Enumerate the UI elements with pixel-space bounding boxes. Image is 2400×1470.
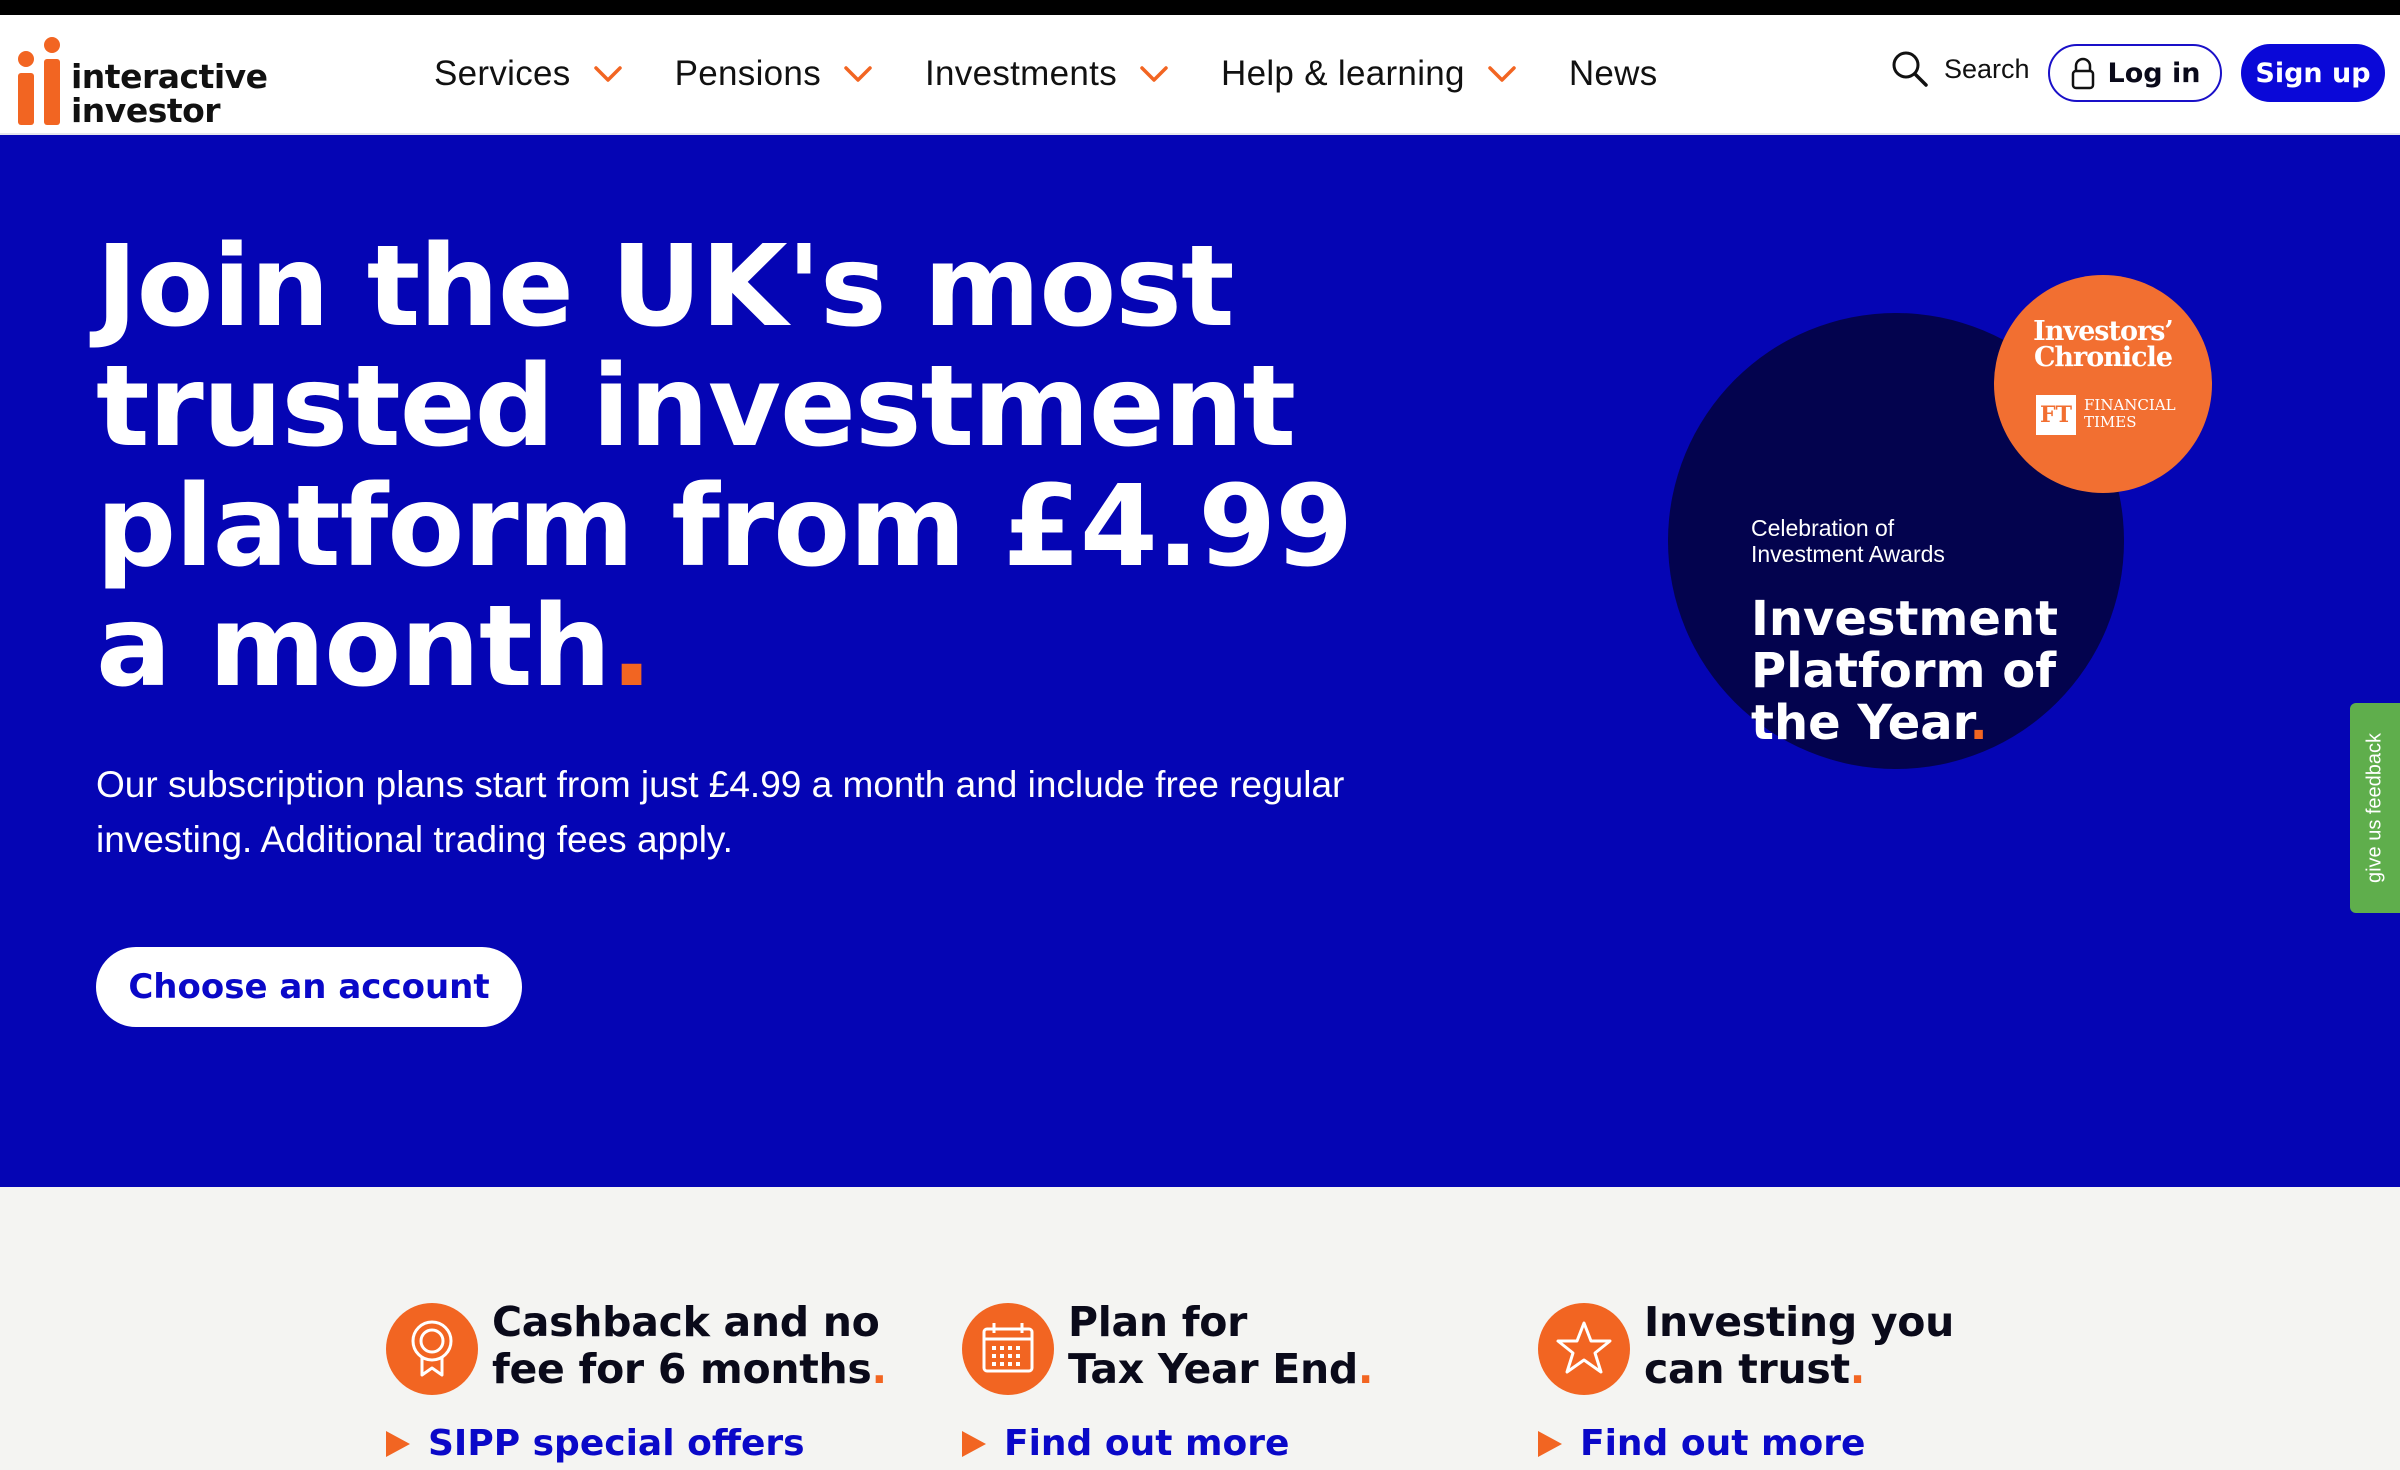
ft-wordmark-line2: TIMES (2084, 413, 2137, 431)
choose-account-label: Choose an account (128, 967, 490, 1007)
search-icon (1892, 51, 1928, 87)
award-title-line2: Platform of (1751, 643, 2057, 699)
nav-label: News (1568, 54, 1658, 93)
nav-label: Investments (925, 54, 1117, 93)
log-in-label: Log in (2107, 57, 2201, 89)
feature-title-line2: can trust (1644, 1345, 1850, 1393)
sign-up-button[interactable]: Sign up (2241, 44, 2385, 102)
feature-title-line2: fee for 6 months (492, 1345, 872, 1393)
nav-label: Services (434, 54, 571, 93)
hero-banner: Join the UK's most trusted investment pl… (0, 135, 2400, 1187)
link-label: SIPP special offers (428, 1423, 805, 1464)
nav-item-services[interactable]: Services (434, 54, 623, 94)
feedback-label: give us feedback (2363, 732, 2386, 884)
award-graphic: Celebration of Investment Awards Investm… (1668, 275, 2228, 795)
award-ribbon-icon (386, 1303, 478, 1395)
browser-top-edge (0, 0, 2400, 15)
chevron-down-icon (844, 66, 872, 82)
main-nav: Services Pensions Investments Help & lea… (434, 15, 1710, 133)
trust-find-out-more-link[interactable]: Find out more (1538, 1423, 1865, 1464)
feature-card-tax-year: Plan for Tax Year End. Find out more (962, 1187, 1522, 1470)
feature-title-line1: Investing you (1644, 1298, 1955, 1346)
features-strip: Cashback and no fee for 6 months. SIPP s… (0, 1187, 2400, 1470)
choose-account-button[interactable]: Choose an account (96, 947, 522, 1027)
badge-title: Investors’ Chronicle (1994, 318, 2212, 373)
feature-title-line1: Plan for (1068, 1298, 1248, 1346)
give-feedback-tab[interactable]: give us feedback (2350, 703, 2400, 913)
logo-word-investor: investor (71, 91, 221, 130)
interactive-investor-logo[interactable]: interactive investor (16, 33, 268, 130)
link-label: Find out more (1004, 1423, 1290, 1464)
sipp-offers-link[interactable]: SIPP special offers (386, 1423, 805, 1464)
badge-title-line2: Chronicle (2033, 342, 2173, 373)
link-label: Find out more (1580, 1423, 1866, 1464)
feature-title: Plan for Tax Year End. (1068, 1298, 1374, 1393)
calendar-icon (962, 1303, 1054, 1395)
headline-dot: . (610, 582, 653, 712)
feature-card-trust: Investing you can trust. Find out more (1538, 1187, 2098, 1470)
feature-card-cashback: Cashback and no fee for 6 months. SIPP s… (386, 1187, 946, 1470)
ft-logo-icon: FT (2036, 395, 2076, 435)
star-icon (1538, 1303, 1630, 1395)
site-header: interactive investor Services Pensions I… (0, 15, 2400, 135)
feature-title: Investing you can trust. (1644, 1299, 1954, 1393)
search-button[interactable]: Search (1890, 49, 2030, 89)
chevron-down-icon (1140, 66, 1168, 82)
chevron-down-icon (1488, 66, 1516, 82)
award-title-dot: . (1969, 695, 1988, 751)
feature-title-dot: . (1357, 1345, 1374, 1393)
hero-subtext: Our subscription plans start from just £… (96, 764, 1345, 860)
arrow-right-icon (962, 1430, 986, 1457)
tax-year-find-out-more-link[interactable]: Find out more (962, 1423, 1289, 1464)
ft-wordmark: FINANCIAL TIMES (2084, 397, 2176, 431)
arrow-right-icon (386, 1430, 410, 1457)
investors-chronicle-badge: Investors’ Chronicle FT FINANCIAL TIMES (1994, 275, 2212, 493)
ft-wordmark-line1: FINANCIAL (2084, 396, 2176, 414)
logo-mark-icon (16, 37, 66, 126)
feature-title-line1: Cashback and no (492, 1298, 880, 1346)
hero-headline-text: Join the UK's most trusted investment pl… (96, 222, 1353, 712)
nav-item-investments[interactable]: Investments (925, 54, 1169, 94)
feature-title-line2: Tax Year End (1068, 1345, 1358, 1393)
award-title-line3: the Year (1751, 695, 1970, 751)
chevron-down-icon (593, 66, 622, 82)
award-title: Investment Platform of the Year. (1751, 593, 2058, 749)
hero-headline: Join the UK's most trusted investment pl… (96, 227, 1396, 707)
award-caption-line2: Investment Awards (1751, 541, 1945, 567)
lock-icon (2071, 57, 2094, 90)
award-caption-line1: Celebration of (1751, 515, 1895, 541)
feature-title: Cashback and no fee for 6 months. (492, 1299, 887, 1393)
nav-label: Help & learning (1221, 54, 1465, 93)
award-title-line1: Investment (1751, 591, 2059, 647)
log-in-button[interactable]: Log in (2048, 44, 2222, 102)
search-label: Search (1944, 53, 2030, 84)
award-caption: Celebration of Investment Awards (1751, 515, 1945, 567)
feature-title-dot: . (871, 1345, 888, 1393)
nav-label: Pensions (674, 54, 821, 93)
sign-up-label: Sign up (2255, 57, 2371, 89)
nav-item-help-learning[interactable]: Help & learning (1221, 54, 1517, 94)
nav-item-pensions[interactable]: Pensions (675, 54, 873, 94)
arrow-right-icon (1538, 1430, 1562, 1457)
nav-item-news[interactable]: News (1569, 54, 1658, 94)
feature-title-dot: . (1849, 1345, 1866, 1393)
